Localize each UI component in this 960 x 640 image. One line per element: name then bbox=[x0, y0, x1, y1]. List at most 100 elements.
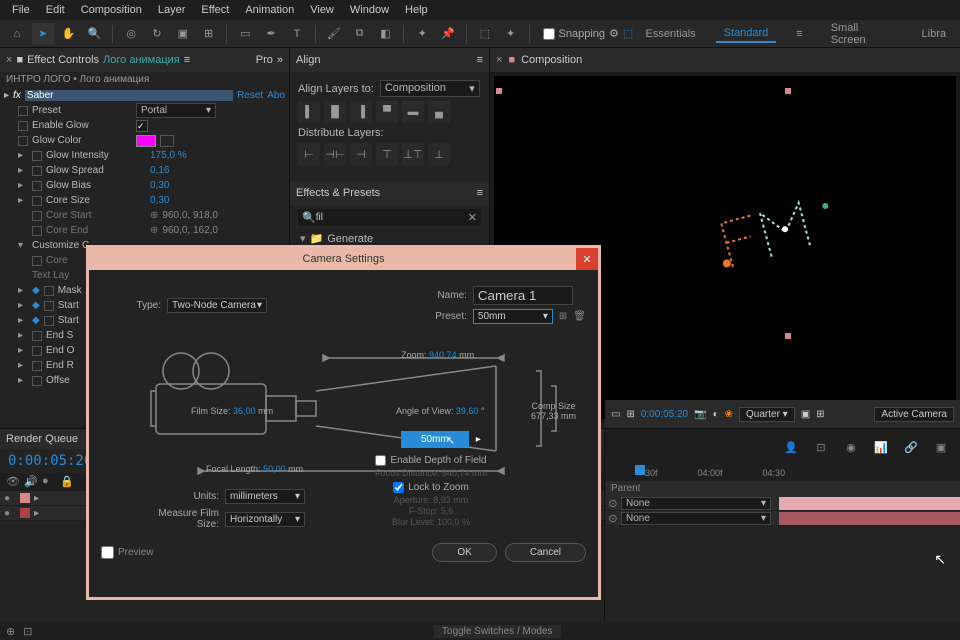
preset-dropdown[interactable]: Portal▾ bbox=[136, 103, 216, 118]
stopwatch-icon[interactable] bbox=[32, 211, 42, 221]
parent-dropdown[interactable]: None▾ bbox=[621, 497, 771, 510]
keyframe-icon[interactable]: ◆ bbox=[32, 285, 40, 296]
stopwatch-icon[interactable] bbox=[32, 331, 42, 341]
pen-tool[interactable]: ✒ bbox=[260, 23, 282, 45]
workspace-menu-icon[interactable]: ≡ bbox=[788, 26, 810, 42]
stopwatch-icon[interactable] bbox=[32, 181, 42, 191]
text-tool[interactable]: T bbox=[286, 23, 308, 45]
stopwatch-icon[interactable] bbox=[18, 106, 28, 116]
pan-behind-tool[interactable]: ⊞ bbox=[198, 23, 220, 45]
expand-icon[interactable]: ▸ bbox=[18, 360, 28, 371]
lock-to-zoom-checkbox[interactable]: Lock to Zoom bbox=[331, 482, 531, 493]
expand-icon[interactable]: ▸ bbox=[34, 508, 42, 519]
menu-file[interactable]: File bbox=[4, 4, 38, 16]
stopwatch-icon[interactable] bbox=[32, 166, 42, 176]
stopwatch-icon[interactable] bbox=[18, 121, 28, 131]
camera-dropdown[interactable]: Active Camera bbox=[874, 407, 954, 422]
layer-color[interactable] bbox=[20, 508, 30, 518]
enable-dof-checkbox[interactable]: Enable Depth of Field bbox=[331, 455, 531, 466]
camera-tool[interactable]: ▣ bbox=[172, 23, 194, 45]
adjustment-icon[interactable]: ❀ bbox=[725, 409, 733, 420]
category-generate[interactable]: Generate bbox=[327, 233, 373, 245]
expand-icon[interactable]: ▸ bbox=[18, 195, 28, 206]
effect-about[interactable]: Abo bbox=[267, 90, 285, 101]
stopwatch-icon[interactable] bbox=[18, 136, 28, 146]
fx-icon[interactable]: fx bbox=[13, 90, 21, 101]
core-size-value[interactable]: 0,30 bbox=[150, 195, 169, 206]
menu-help[interactable]: Help bbox=[397, 4, 436, 16]
selection-tool[interactable]: ➤ bbox=[32, 23, 54, 45]
expand-icon[interactable]: ▸ bbox=[34, 493, 42, 504]
workspace-libraries[interactable]: Libra bbox=[914, 26, 954, 42]
target-icon[interactable]: ⊕ bbox=[150, 225, 158, 236]
expand-icon[interactable]: ▾ bbox=[300, 232, 306, 245]
zoom-tool[interactable]: 🔍 bbox=[83, 23, 105, 45]
stopwatch-icon[interactable] bbox=[32, 226, 42, 236]
save-preset-icon[interactable]: ⊞ bbox=[559, 311, 567, 322]
core-start-value[interactable]: 960,0, 918,0 bbox=[162, 210, 218, 221]
workspace-small-screen[interactable]: Small Screen bbox=[823, 20, 902, 48]
measure-dropdown[interactable]: Horizontally▾ bbox=[225, 512, 305, 527]
glow-spread-value[interactable]: 0,16 bbox=[150, 165, 169, 176]
viewer-timecode[interactable]: 0:00:05:20 bbox=[641, 409, 688, 420]
snapping-magnet-icon[interactable]: ⬚ bbox=[623, 27, 633, 40]
parent-dropdown[interactable]: None▾ bbox=[621, 512, 771, 525]
footer-icon[interactable]: ⊡ bbox=[23, 625, 32, 638]
expand-icon[interactable]: ▸ bbox=[18, 180, 28, 191]
solo-column-icon[interactable]: ● bbox=[42, 475, 56, 489]
align-left-icon[interactable]: ▌ bbox=[298, 101, 320, 123]
expand-icon[interactable]: ▸ bbox=[18, 345, 28, 356]
menu-edit[interactable]: Edit bbox=[38, 4, 73, 16]
clone-tool[interactable]: ⧉ bbox=[349, 23, 371, 45]
orbit-tool[interactable]: ◎ bbox=[120, 23, 142, 45]
effect-toggle-icon[interactable]: ▸ bbox=[4, 90, 9, 101]
region-icon[interactable]: ▣ bbox=[801, 409, 810, 420]
clear-search-icon[interactable]: ✕ bbox=[468, 211, 477, 224]
menu-view[interactable]: View bbox=[302, 4, 342, 16]
channel-icon[interactable]: ◐ bbox=[713, 409, 719, 420]
effects-presets-tab[interactable]: Effects & Presets bbox=[296, 187, 380, 199]
target-icon[interactable]: ⊕ bbox=[150, 210, 158, 221]
snapping-checkbox[interactable] bbox=[543, 28, 555, 40]
render-queue-tab[interactable]: Render Queue bbox=[6, 433, 78, 445]
stopwatch-icon[interactable] bbox=[44, 316, 54, 326]
eye-column-icon[interactable]: 👁 bbox=[6, 475, 20, 489]
glow-color-swatch[interactable] bbox=[136, 135, 156, 147]
visibility-toggle[interactable]: ● bbox=[4, 508, 16, 519]
lock-column-icon[interactable]: 🔒 bbox=[60, 475, 74, 489]
puppet-tool[interactable]: 📌 bbox=[437, 23, 459, 45]
align-vcenter-icon[interactable]: ▬ bbox=[402, 101, 424, 123]
panel-overflow-icon[interactable]: » bbox=[277, 54, 283, 66]
menu-composition[interactable]: Composition bbox=[73, 4, 150, 16]
world-axis-icon[interactable]: ✦ bbox=[500, 23, 522, 45]
menu-layer[interactable]: Layer bbox=[150, 4, 194, 16]
ok-button[interactable]: OK bbox=[432, 543, 496, 562]
delete-preset-icon[interactable]: 🗑 bbox=[573, 311, 586, 322]
brush-tool[interactable]: 🖌 bbox=[323, 23, 345, 45]
frame-blend-icon[interactable]: ⊡ bbox=[810, 436, 832, 458]
core-end-value[interactable]: 960,0, 162,0 bbox=[162, 225, 218, 236]
units-dropdown[interactable]: millimeters▾ bbox=[225, 489, 305, 504]
visibility-toggle[interactable]: ● bbox=[4, 493, 16, 504]
layer-color[interactable] bbox=[20, 493, 30, 503]
stopwatch-icon[interactable] bbox=[32, 256, 42, 266]
expand-icon[interactable]: ▸ bbox=[18, 330, 28, 341]
shy-icon[interactable]: 👤 bbox=[780, 436, 802, 458]
expand-icon[interactable]: ▾ bbox=[18, 240, 28, 251]
rotate-tool[interactable]: ↻ bbox=[146, 23, 168, 45]
menu-effect[interactable]: Effect bbox=[193, 4, 237, 16]
draft-3d-icon[interactable]: 🔗 bbox=[900, 436, 922, 458]
stopwatch-icon[interactable] bbox=[32, 361, 42, 371]
dist-hcenter-icon[interactable]: ⊣⊢ bbox=[324, 143, 346, 165]
glow-intensity-value[interactable]: 175,0 % bbox=[150, 150, 187, 161]
camera-name-input[interactable] bbox=[473, 286, 573, 305]
stopwatch-icon[interactable] bbox=[32, 376, 42, 386]
playhead[interactable] bbox=[635, 465, 645, 475]
dist-bottom-icon[interactable]: ⊥ bbox=[428, 143, 450, 165]
effects-search-input[interactable] bbox=[316, 212, 468, 223]
local-axis-icon[interactable]: ⬚ bbox=[474, 23, 496, 45]
workspace-standard[interactable]: Standard bbox=[716, 25, 777, 43]
menu-animation[interactable]: Animation bbox=[237, 4, 302, 16]
motion-blur-icon[interactable]: ◉ bbox=[840, 436, 862, 458]
type-dropdown[interactable]: Two-Node Camera▾ bbox=[167, 298, 267, 313]
